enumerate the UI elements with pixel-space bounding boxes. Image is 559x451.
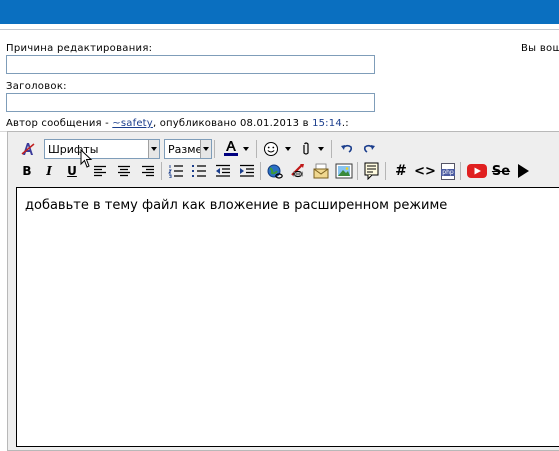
- author-link[interactable]: ~safety: [112, 118, 153, 129]
- php-label: php: [441, 168, 455, 176]
- chevron-down-icon[interactable]: [316, 140, 326, 158]
- toolbar-divider: [260, 162, 261, 180]
- smiley-icon[interactable]: [262, 140, 280, 158]
- align-right-icon[interactable]: [139, 162, 157, 180]
- php-button[interactable]: php: [440, 162, 456, 180]
- insert-image-icon[interactable]: [335, 162, 353, 180]
- header-divider: [0, 29, 559, 30]
- edit-reason-input[interactable]: [6, 55, 375, 74]
- email-icon[interactable]: [312, 162, 330, 180]
- outdent-icon[interactable]: [214, 162, 232, 180]
- author-prefix: Автор сообщения -: [6, 118, 113, 129]
- remove-link-icon[interactable]: [289, 162, 307, 180]
- toolbar-divider: [460, 162, 461, 180]
- author-info-line: Автор сообщения - ~safety, опубликовано …: [6, 118, 349, 129]
- toolbar-divider: [161, 162, 162, 180]
- bold-button[interactable]: B: [18, 162, 36, 180]
- youtube-icon[interactable]: [466, 162, 488, 180]
- toolbar-divider: [214, 140, 215, 158]
- align-left-icon[interactable]: [91, 162, 109, 180]
- chevron-down-icon: [200, 140, 211, 158]
- insert-link-icon[interactable]: [266, 162, 284, 180]
- edit-reason-label: Причина редактирования:: [6, 43, 153, 54]
- attachment-icon[interactable]: [297, 140, 315, 158]
- message-editor[interactable]: добавьте в тему файл как вложение в расш…: [16, 187, 559, 447]
- font-select-value: Шрифты: [48, 142, 99, 156]
- quote-icon[interactable]: [363, 162, 381, 180]
- toolbar-divider: [357, 162, 358, 180]
- unordered-list-icon[interactable]: [190, 162, 208, 180]
- size-select[interactable]: Разме: [164, 139, 212, 159]
- message-content: добавьте в тему файл как вложение в расш…: [25, 198, 448, 213]
- remove-format-icon[interactable]: [19, 140, 37, 158]
- logged-in-text: Вы вош: [521, 43, 559, 54]
- chevron-down-icon[interactable]: [241, 140, 251, 158]
- toolbar-divider: [256, 140, 257, 158]
- indent-icon[interactable]: [238, 162, 256, 180]
- hash-button[interactable]: #: [392, 162, 410, 180]
- strikethrough-button[interactable]: Se: [490, 162, 512, 180]
- toolbar-divider: [385, 162, 386, 180]
- align-center-icon[interactable]: [115, 162, 133, 180]
- php-icon: php: [441, 162, 455, 180]
- chevron-down-icon: [148, 140, 159, 158]
- author-mid: , опубликовано 08.01.2013 в: [152, 118, 313, 129]
- code-button[interactable]: <>: [414, 162, 436, 180]
- top-header-bar: [0, 0, 559, 24]
- underline-button[interactable]: U: [63, 162, 81, 180]
- title-label: Заголовок:: [6, 81, 67, 92]
- author-suffix: .:: [341, 118, 349, 129]
- post-time: 15:14: [312, 118, 342, 129]
- title-input[interactable]: [6, 93, 375, 112]
- chevron-down-icon[interactable]: [283, 140, 293, 158]
- play-icon[interactable]: [514, 162, 532, 180]
- ordered-list-icon[interactable]: [167, 162, 185, 180]
- size-select-value: Разме: [168, 142, 200, 156]
- font-select[interactable]: Шрифты: [44, 139, 160, 159]
- toolbar-divider: [331, 140, 332, 158]
- redo-icon[interactable]: [360, 140, 378, 158]
- undo-icon[interactable]: [338, 140, 356, 158]
- italic-button[interactable]: I: [40, 162, 58, 180]
